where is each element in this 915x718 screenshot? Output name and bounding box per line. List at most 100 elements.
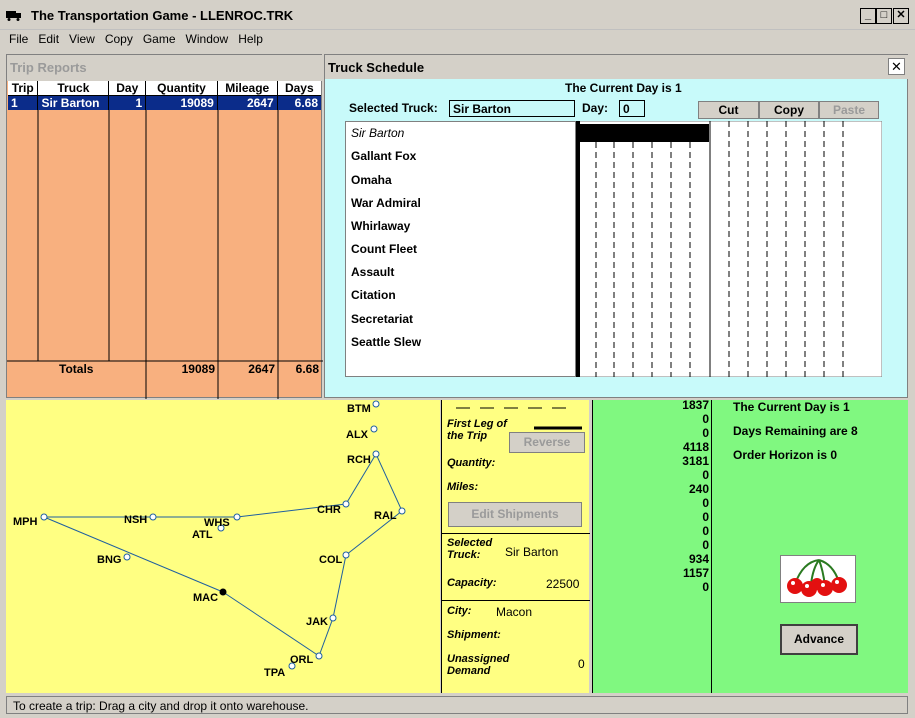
- edit-shipments-button[interactable]: Edit Shipments: [448, 502, 582, 527]
- truck-app-icon: [6, 11, 21, 21]
- list-item[interactable]: War Admiral: [351, 196, 421, 210]
- stat-number: 0: [702, 496, 709, 510]
- city-rch[interactable]: RCH: [347, 454, 371, 466]
- cell-quantity: 19089: [145, 95, 218, 110]
- status-bar: To create a trip: Drag a city and drop i…: [6, 696, 908, 714]
- menu-game[interactable]: Game: [138, 30, 181, 46]
- city-mph[interactable]: MPH: [13, 516, 37, 528]
- stat-number: 0: [702, 538, 709, 552]
- stat-number: 0: [702, 412, 709, 426]
- close-button[interactable]: ✕: [893, 8, 909, 24]
- city-node[interactable]: [149, 513, 157, 521]
- list-item[interactable]: Citation: [351, 288, 396, 302]
- city-node[interactable]: [329, 614, 337, 622]
- quantity-label: Quantity:: [447, 457, 496, 469]
- menu-help[interactable]: Help: [233, 30, 268, 46]
- cell-trip: 1: [8, 95, 39, 110]
- city-node[interactable]: [370, 425, 378, 433]
- stat-number: 0: [702, 426, 709, 440]
- paste-button[interactable]: Paste: [819, 101, 879, 119]
- city-atl[interactable]: ATL: [192, 529, 213, 541]
- city-ral[interactable]: RAL: [374, 510, 397, 522]
- cut-button[interactable]: Cut: [698, 101, 759, 119]
- col-mileage: Mileage: [217, 81, 278, 96]
- city-node[interactable]: [342, 551, 350, 559]
- cell-mileage: 2647: [217, 95, 278, 110]
- list-item[interactable]: Gallant Fox: [351, 149, 416, 163]
- stat-number: 4118: [682, 440, 709, 454]
- dashed-legend: [456, 407, 566, 409]
- trip-info-panel: First Leg of the Trip Reverse Quantity: …: [441, 400, 590, 693]
- city-orl[interactable]: ORL: [290, 654, 313, 666]
- city-node[interactable]: [398, 507, 406, 515]
- stat-number: 1157: [682, 566, 709, 580]
- trip-reports-title: Trip Reports: [10, 60, 87, 75]
- truck-list: Sir Barton Gallant Fox Omaha War Admiral…: [345, 121, 576, 377]
- stat-number: 934: [688, 552, 709, 566]
- minimize-button[interactable]: _: [860, 8, 876, 24]
- list-item[interactable]: Omaha: [351, 173, 392, 187]
- list-item[interactable]: Secretariat: [351, 312, 413, 326]
- unassigned-demand-value: 0: [578, 657, 585, 671]
- map-routes: [40, 400, 406, 670]
- schedule-timeline[interactable]: [576, 121, 882, 377]
- status-text: To create a trip: Drag a city and drop i…: [13, 699, 309, 713]
- city-node[interactable]: [123, 553, 131, 561]
- city-node[interactable]: [372, 400, 380, 408]
- day-field[interactable]: 0: [619, 100, 645, 117]
- list-item[interactable]: Whirlaway: [351, 219, 410, 233]
- schedule-current-day: The Current Day is 1: [565, 81, 682, 95]
- selected-truck-value: Sir Barton: [505, 545, 559, 559]
- menu-window[interactable]: Window: [181, 30, 234, 46]
- city-node[interactable]: [372, 450, 380, 458]
- list-item[interactable]: Assault: [351, 265, 394, 279]
- warehouse-node[interactable]: [219, 588, 227, 596]
- city-node[interactable]: [315, 652, 323, 660]
- city-mac[interactable]: MAC: [193, 592, 218, 604]
- city-node[interactable]: [40, 513, 48, 521]
- menu-file[interactable]: File: [0, 30, 33, 46]
- copy-button[interactable]: Copy: [759, 101, 819, 119]
- divider: [442, 600, 590, 601]
- city-nsh[interactable]: NSH: [124, 514, 147, 526]
- shipment-label: Shipment:: [447, 629, 501, 641]
- city-whs[interactable]: WHS: [204, 517, 230, 529]
- city-bng[interactable]: BNG: [97, 554, 121, 566]
- totals-mileage: 2647: [248, 362, 275, 376]
- first-leg-label: First Leg of the Trip: [447, 418, 507, 442]
- maximize-button[interactable]: □: [876, 8, 892, 24]
- trip-table: Trip Truck Day Quantity Mileage Days 1 S…: [8, 81, 321, 110]
- advance-button[interactable]: Advance: [780, 624, 858, 655]
- current-day-text: The Current Day is 1: [733, 400, 850, 414]
- unassigned-demand-label: Unassigned Demand: [447, 653, 510, 677]
- city-tpa[interactable]: TPA: [264, 667, 285, 679]
- list-item[interactable]: Seattle Slew: [351, 335, 421, 349]
- solid-legend: [534, 426, 582, 430]
- cherries-icon[interactable]: [780, 555, 856, 603]
- city-alx[interactable]: ALX: [346, 429, 368, 441]
- table-row[interactable]: 1 Sir Barton 1 19089 2647 6.68: [8, 95, 321, 110]
- route-map[interactable]: BTM ALX RCH CHR RAL MPH NSH WHS ATL BNG …: [6, 400, 440, 693]
- menu-edit[interactable]: Edit: [33, 30, 64, 46]
- stat-number: 0: [702, 468, 709, 482]
- menu-view[interactable]: View: [64, 30, 100, 46]
- reverse-button[interactable]: Reverse: [509, 432, 585, 453]
- city-node[interactable]: [342, 500, 350, 508]
- city-label: City:: [447, 605, 472, 617]
- city-node[interactable]: [233, 513, 241, 521]
- truck-schedule-header: Truck Schedule ✕: [325, 55, 909, 79]
- trip-reports-window: Trip Reports Trip Truck Day Quantity Mil…: [6, 54, 323, 399]
- city-jak[interactable]: JAK: [306, 616, 328, 628]
- schedule-close-button[interactable]: ✕: [888, 58, 905, 75]
- city-btm[interactable]: BTM: [347, 403, 371, 415]
- totals-quantity: 19089: [181, 362, 215, 376]
- menu-copy[interactable]: Copy: [100, 30, 138, 46]
- stat-number: 0: [702, 510, 709, 524]
- col-quantity: Quantity: [145, 81, 218, 96]
- selected-truck-field[interactable]: Sir Barton: [449, 100, 575, 117]
- city-chr[interactable]: CHR: [317, 504, 341, 516]
- divider: [711, 400, 712, 693]
- list-item[interactable]: Sir Barton: [351, 126, 404, 140]
- list-item[interactable]: Count Fleet: [351, 242, 417, 256]
- city-col[interactable]: COL: [319, 554, 342, 566]
